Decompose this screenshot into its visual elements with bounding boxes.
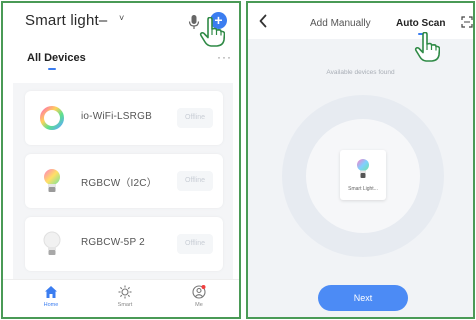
device-list-screen: Smart light– ˅ + All Devices ··· io-WiFi… [1,1,241,319]
device-status-button[interactable]: Offline [177,171,213,191]
scan-frame-icon[interactable] [461,16,473,28]
scan-status-text: Available devices found [326,69,395,76]
pointing-hand-icon [414,32,440,62]
scan-area: Available devices found Smart Light... N… [248,39,473,317]
found-device-card[interactable]: Smart Light... [340,150,386,200]
nav-smart[interactable]: Smart [105,285,145,308]
device-list: io-WiFi-LSRGB Offline RGBCW（I2C） Offline [13,83,233,279]
device-status-button[interactable]: Offline [177,108,213,128]
profile-icon [192,285,206,299]
nav-label-me: Me [195,302,203,308]
nav-label-smart: Smart [117,302,133,308]
tab-add-manually[interactable]: Add Manually [310,18,371,29]
home-icon [45,286,57,298]
device-name: RGBCW-5P 2 [81,237,145,248]
bottom-navigation: Home Smart Me [3,279,239,317]
color-bulb-icon [44,169,60,192]
tab-all-devices[interactable]: All Devices [27,52,86,64]
nav-home[interactable]: Home [31,285,71,308]
nav-label-home: Home [43,302,59,308]
pointing-hand-icon [199,17,225,47]
nav-me[interactable]: Me [179,285,219,308]
device-card-rgbcw-i2c[interactable]: RGBCW（I2C） Offline [25,154,223,208]
more-icon[interactable]: ··· [217,50,232,64]
back-arrow-icon[interactable] [258,14,268,28]
found-device-name: Smart Light... [348,186,378,192]
device-name: io-WiFi-LSRGB [81,111,152,122]
device-status-button[interactable]: Offline [177,234,213,254]
device-name: RGBCW（I2C） [81,178,157,189]
color-bulb-icon [357,159,369,178]
home-selector[interactable]: Smart light– [25,12,107,29]
auto-scan-screen: Add Manually Auto Scan Available devices… [246,1,475,319]
chevron-down-icon[interactable]: ˅ [119,13,124,23]
ring-light-icon [40,106,64,130]
tab-indicator [48,68,56,70]
device-card-io-wifi-lsrgb[interactable]: io-WiFi-LSRGB Offline [25,91,223,145]
tab-auto-scan[interactable]: Auto Scan [396,18,445,29]
sun-icon [118,285,132,299]
white-bulb-icon [43,231,61,255]
next-button[interactable]: Next [318,285,408,311]
device-card-rgbcw-5p-2[interactable]: RGBCW-5P 2 Offline [25,217,223,271]
